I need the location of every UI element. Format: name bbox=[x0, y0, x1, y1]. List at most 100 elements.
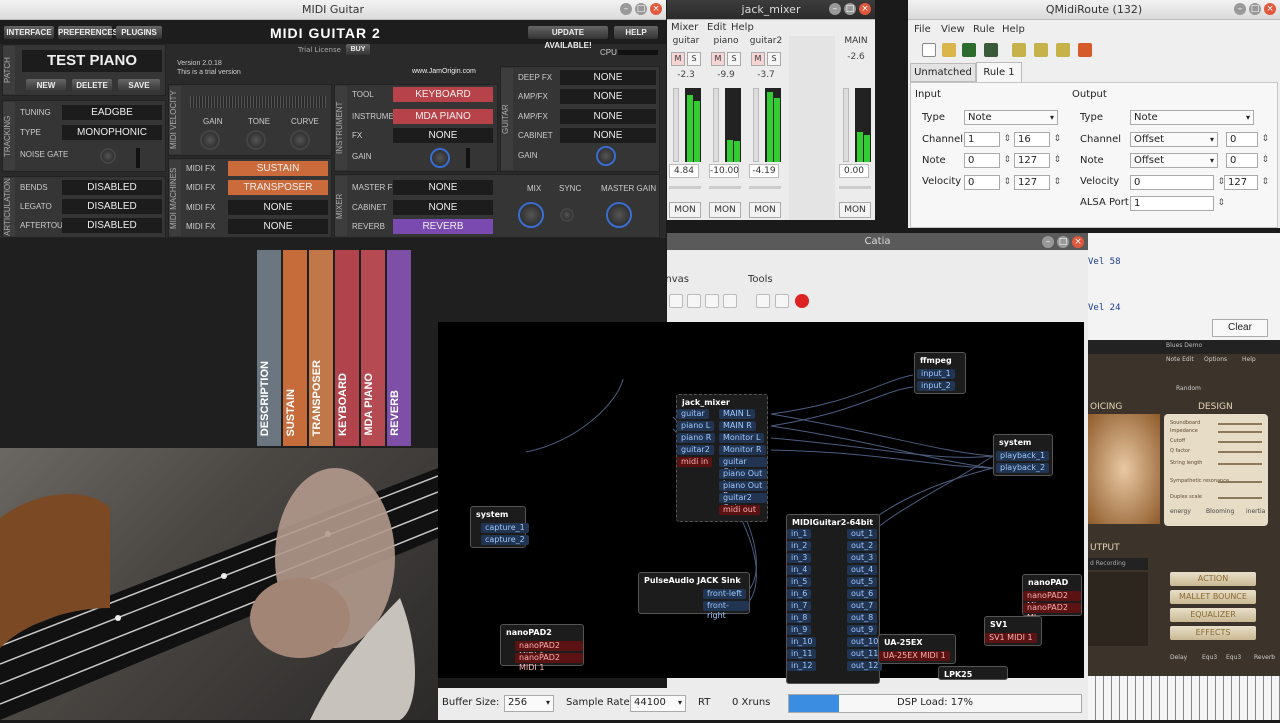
new-file-icon[interactable] bbox=[922, 43, 936, 57]
mute-button[interactable]: M bbox=[751, 52, 765, 66]
zoom-in-icon[interactable] bbox=[687, 294, 701, 308]
save-icon[interactable] bbox=[962, 43, 976, 57]
node-midiguitar[interactable]: MIDIGuitar2-64bit in_1 in_2 in_3 in_4 in_5 in_… bbox=[786, 514, 883, 684]
action-button[interactable]: ACTION bbox=[1170, 572, 1256, 586]
volume-fader[interactable] bbox=[673, 88, 679, 162]
delete-patch-button[interactable]: DELETE bbox=[72, 79, 112, 92]
output-velocity-value[interactable]: 0 bbox=[1130, 175, 1225, 190]
port[interactable]: out_5 bbox=[847, 577, 878, 587]
mix-knob[interactable] bbox=[518, 202, 544, 228]
input-velocity-from[interactable]: 0 bbox=[964, 175, 1011, 190]
cabinet2-value[interactable]: NONE bbox=[393, 200, 493, 215]
volume-fader[interactable] bbox=[843, 88, 849, 162]
copy-rule-icon[interactable] bbox=[1056, 43, 1070, 57]
options-button[interactable]: Options bbox=[1204, 356, 1227, 363]
port[interactable]: out_9 bbox=[847, 625, 878, 635]
sustain-bar[interactable]: SUSTAIN bbox=[283, 250, 307, 446]
monitor-button[interactable]: MON bbox=[709, 202, 741, 218]
insert-rule-icon[interactable] bbox=[1034, 43, 1048, 57]
design-param-slider[interactable] bbox=[1218, 481, 1262, 483]
minimize-button[interactable]: – bbox=[829, 3, 841, 15]
node-pulse[interactable]: PulseAudio JACK Sink front-left front-righ… bbox=[638, 572, 750, 620]
gain-value[interactable]: -10.00 bbox=[709, 164, 739, 178]
port[interactable]: out_1 bbox=[847, 529, 878, 539]
type-value[interactable]: MONOPHONIC bbox=[62, 125, 162, 140]
midi-fx-slot-3[interactable]: NONE bbox=[228, 200, 328, 215]
port[interactable]: in_3 bbox=[787, 553, 812, 563]
node-system_cap[interactable]: system capture_1 capture_2 bbox=[470, 506, 529, 548]
description-bar[interactable]: DESCRIPTION bbox=[257, 250, 281, 446]
balance-slider[interactable] bbox=[839, 186, 871, 189]
port[interactable]: in_1 bbox=[787, 529, 812, 539]
preset-name[interactable]: Blues Demo bbox=[1166, 342, 1202, 349]
master-fx-value[interactable]: NONE bbox=[393, 180, 493, 195]
node-ffmpeg[interactable]: ffmpeg input_1 input_2 bbox=[914, 352, 966, 394]
keyboard-bar[interactable]: KEYBOARD bbox=[335, 250, 359, 446]
mallet-bounce-button[interactable]: MALLET BOUNCE bbox=[1170, 590, 1256, 604]
port[interactable]: out_8 bbox=[847, 613, 878, 623]
port[interactable]: in_7 bbox=[787, 601, 812, 611]
menu-mixer[interactable]: Mixer bbox=[671, 22, 698, 33]
midi-fx-slot-4[interactable]: NONE bbox=[228, 219, 328, 234]
buy-button[interactable]: BUY bbox=[346, 44, 370, 55]
deep-fx-value[interactable]: NONE bbox=[560, 70, 656, 85]
curve-knob[interactable] bbox=[290, 130, 310, 150]
fx-value[interactable]: NONE bbox=[393, 128, 493, 143]
port[interactable]: piano Out R bbox=[719, 481, 767, 500]
balance-slider[interactable] bbox=[749, 186, 781, 189]
port[interactable]: Monitor R bbox=[719, 445, 766, 455]
tools-icon[interactable] bbox=[775, 294, 789, 308]
node-system_play[interactable]: system playback_1 playback_2 bbox=[993, 434, 1053, 476]
menu-file[interactable]: File bbox=[914, 24, 931, 35]
node-nanopad[interactable]: nanoPAD2 nanoPAD2 MIDI 1nanoPAD2 MIDI 1 bbox=[500, 624, 584, 672]
alsa-port-value[interactable]: 1 bbox=[1130, 196, 1225, 211]
solo-button[interactable]: S bbox=[687, 52, 701, 66]
help-button[interactable]: HELP bbox=[614, 26, 658, 39]
maximize-button[interactable]: □ bbox=[635, 3, 647, 15]
interface-button[interactable]: INTERFACE bbox=[4, 26, 54, 39]
record-icon[interactable] bbox=[795, 294, 809, 308]
port[interactable]: out_3 bbox=[847, 553, 878, 563]
menu-rule[interactable]: Rule bbox=[973, 24, 995, 35]
port[interactable]: piano Out L bbox=[719, 469, 767, 488]
port[interactable]: in_11 bbox=[787, 649, 817, 659]
port[interactable]: piano L bbox=[677, 421, 715, 431]
port[interactable]: input_1 bbox=[917, 369, 955, 379]
node-jack_mixer[interactable]: jack_mixer guitar piano L piano R guitar2 mid… bbox=[676, 394, 768, 522]
menu-edit[interactable]: Edit bbox=[707, 22, 726, 33]
input-channel-to[interactable]: 16 bbox=[1014, 132, 1061, 147]
port[interactable]: in_6 bbox=[787, 589, 812, 599]
save-as-icon[interactable] bbox=[984, 43, 998, 57]
zoom-reset-icon[interactable] bbox=[723, 294, 737, 308]
node-lpk[interactable]: LPK25 bbox=[938, 666, 1008, 680]
input-note-to[interactable]: 127 bbox=[1014, 153, 1061, 168]
disconnect-icon[interactable] bbox=[756, 294, 770, 308]
design-param-slider[interactable] bbox=[1218, 451, 1262, 453]
port[interactable]: nanoPAD2 MI bbox=[1023, 603, 1081, 622]
tab-rule-1[interactable]: Rule 1 bbox=[976, 62, 1022, 82]
port[interactable]: out_4 bbox=[847, 565, 878, 575]
gain-value[interactable]: 0.00 bbox=[839, 164, 869, 178]
close-button[interactable]: × bbox=[1264, 3, 1276, 15]
port[interactable]: in_12 bbox=[787, 661, 817, 671]
port[interactable]: guitar2 bbox=[677, 445, 714, 455]
port[interactable]: Monitor L bbox=[719, 433, 765, 443]
amp-fx-value-1[interactable]: NONE bbox=[560, 89, 656, 104]
port[interactable]: guitar2 Out bbox=[719, 493, 767, 512]
port[interactable]: midi in bbox=[677, 457, 713, 467]
close-button[interactable]: × bbox=[1072, 236, 1084, 248]
instrument-gain-knob[interactable] bbox=[430, 148, 450, 168]
monitor-button[interactable]: MON bbox=[839, 202, 871, 218]
sample-rate-select[interactable]: 44100 bbox=[630, 695, 686, 712]
design-param-slider[interactable] bbox=[1218, 463, 1262, 465]
port[interactable]: out_11 bbox=[847, 649, 883, 659]
node-sv1[interactable]: SV1 SV1 MIDI 1 bbox=[984, 616, 1042, 646]
sync-knob[interactable] bbox=[560, 208, 574, 222]
port[interactable]: out_6 bbox=[847, 589, 878, 599]
input-channel-from[interactable]: 1 bbox=[964, 132, 1011, 147]
preferences-button[interactable]: PREFERENCES bbox=[58, 26, 118, 39]
design-param-slider[interactable] bbox=[1218, 431, 1262, 433]
new-patch-button[interactable]: NEW bbox=[26, 79, 66, 92]
gain-value[interactable]: -4.19 bbox=[749, 164, 779, 178]
gain-knob[interactable] bbox=[200, 130, 220, 150]
